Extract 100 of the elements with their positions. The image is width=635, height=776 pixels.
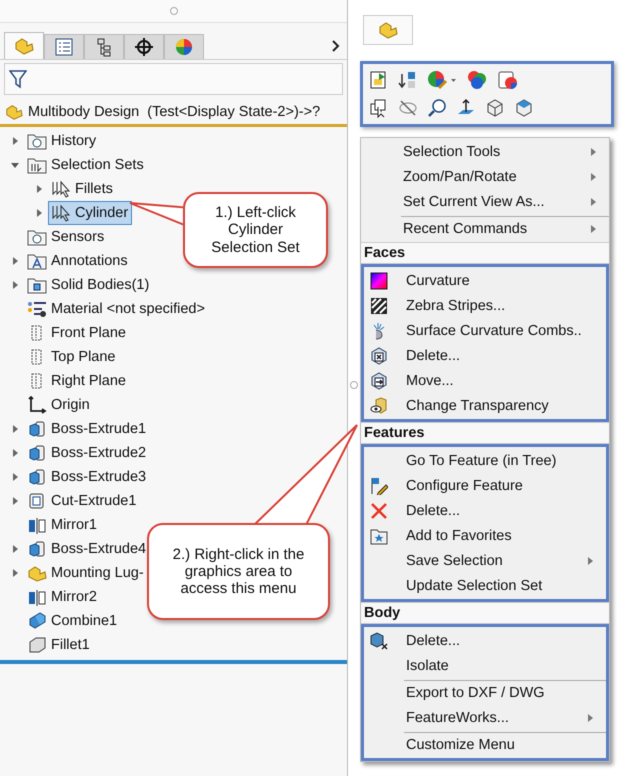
panel-tab[interactable] xyxy=(84,34,124,59)
body-delete-icon xyxy=(370,632,388,650)
tree-item[interactable]: Right Plane xyxy=(24,369,130,393)
tree-item[interactable]: Material <not specified> xyxy=(24,297,209,321)
history-icon xyxy=(27,132,47,150)
color-wheel-icon xyxy=(174,37,194,57)
part-appearance-icon[interactable] xyxy=(497,70,519,90)
tree-item[interactable]: Mirror2 xyxy=(24,585,101,609)
collapsed-arrow-icon[interactable] xyxy=(35,209,43,217)
extrude-icon xyxy=(27,468,47,486)
tree-item[interactable]: Front Plane xyxy=(24,321,130,345)
menu-item[interactable]: Zoom/Pan/Rotate xyxy=(361,164,609,189)
collapsed-arrow-icon[interactable] xyxy=(11,425,19,433)
tree-item[interactable]: Mounting Lug- xyxy=(24,561,148,585)
menu-item[interactable]: Change Transparency xyxy=(364,393,606,418)
combine-icon xyxy=(27,612,47,630)
mirror-icon xyxy=(27,516,47,534)
tree-item[interactable]: Cut-Extrude1 xyxy=(24,489,140,513)
menu-item[interactable]: Curvature xyxy=(364,268,606,293)
part-icon xyxy=(27,564,47,582)
collapsed-arrow-icon[interactable] xyxy=(11,137,19,145)
flag-pencil-icon xyxy=(370,476,388,494)
collapsed-arrow-icon[interactable] xyxy=(11,569,19,577)
callout: 2.) Right-click in the graphics area to access this menu xyxy=(147,523,330,620)
collapsed-arrow-icon[interactable] xyxy=(35,185,43,193)
cube-view-icon[interactable] xyxy=(485,98,505,118)
part-icon xyxy=(4,103,24,121)
menu-item[interactable]: Add to Favorites xyxy=(364,523,606,548)
face-move-icon xyxy=(370,372,388,390)
tree-item[interactable]: Fillet1 xyxy=(24,633,94,657)
face-delete-icon xyxy=(370,346,388,364)
cube-face-icon[interactable] xyxy=(514,98,534,118)
collapsed-arrow-icon[interactable] xyxy=(11,257,19,265)
menu-item[interactable]: Isolate xyxy=(364,653,606,678)
menu-item[interactable]: Recent Commands xyxy=(361,216,609,241)
menu-item[interactable]: Save Selection xyxy=(364,548,606,573)
delete-icon xyxy=(370,502,388,520)
tree-item[interactable]: Selection Sets xyxy=(24,153,148,177)
menu-section-header: Faces xyxy=(361,242,609,264)
tree-item[interactable]: Boss-Extrude3 xyxy=(24,465,150,489)
panel-tab[interactable] xyxy=(44,34,84,59)
collapsed-arrow-icon[interactable] xyxy=(11,545,19,553)
menu-item[interactable]: Go To Feature (in Tree) xyxy=(364,448,606,473)
panel-tab[interactable] xyxy=(124,34,164,59)
collapsed-arrow-icon[interactable] xyxy=(11,497,19,505)
part-button[interactable] xyxy=(363,15,413,45)
menu-section-header: Body xyxy=(361,602,609,624)
crosshair-icon xyxy=(134,37,154,57)
part-icon xyxy=(377,20,399,40)
tree-item[interactable]: Solid Bodies(1) xyxy=(24,273,154,297)
grip-handle[interactable] xyxy=(170,7,178,15)
part-name: Multibody Design (Test<Display State-2>)->? xyxy=(28,104,320,120)
menu-item[interactable]: Move... xyxy=(364,368,606,393)
menu-item[interactable]: Surface Curvature Combs.. xyxy=(364,318,606,343)
menu-item[interactable]: Delete... xyxy=(364,343,606,368)
favorites-folder-icon xyxy=(370,526,388,544)
splitter-handle[interactable] xyxy=(350,381,358,389)
tree-item[interactable]: Boss-Extrude2 xyxy=(24,441,150,465)
transparency-icon xyxy=(370,396,388,414)
tree-item[interactable]: Sensors xyxy=(24,225,108,249)
menu-item[interactable]: Delete... xyxy=(364,628,606,653)
sort-icon[interactable] xyxy=(398,70,418,90)
menu-item[interactable]: Set Current View As... xyxy=(361,189,609,214)
appearance-icon[interactable] xyxy=(466,70,488,90)
extrude-icon xyxy=(27,444,47,462)
origin-icon xyxy=(27,396,47,414)
menu-item[interactable]: Selection Tools xyxy=(361,139,609,164)
menu-item[interactable]: Configure Feature xyxy=(364,473,606,498)
tree-item[interactable]: Origin xyxy=(24,393,94,417)
mirror-icon xyxy=(27,588,47,606)
tree-item[interactable]: Boss-Extrude1 xyxy=(24,417,150,441)
tree-item[interactable]: Annotations xyxy=(24,249,132,273)
zebra-stripes-icon xyxy=(370,296,388,314)
extrude-icon xyxy=(27,540,47,558)
tree-item[interactable]: Cylinder xyxy=(48,201,132,225)
filter-icon[interactable] xyxy=(9,69,27,89)
collapsed-arrow-icon[interactable] xyxy=(11,449,19,457)
curvature-icon xyxy=(370,272,388,290)
menu-item[interactable]: Customize Menu xyxy=(364,732,606,757)
menu-item[interactable]: FeatureWorks... xyxy=(364,705,606,730)
list-icon xyxy=(54,37,74,57)
chevron-right-icon[interactable] xyxy=(331,39,341,53)
material-icon xyxy=(27,300,47,318)
zoom-icon[interactable] xyxy=(427,98,447,118)
menu-item[interactable]: Delete... xyxy=(364,498,606,523)
hide-icon[interactable] xyxy=(398,98,418,118)
menu-item[interactable]: Update Selection Set xyxy=(364,573,606,598)
menu-item[interactable]: Export to DXF / DWG xyxy=(364,680,606,705)
tree-item[interactable]: Combine1 xyxy=(24,609,122,633)
tree-item[interactable]: History xyxy=(24,129,100,153)
tree-item[interactable]: Top Plane xyxy=(24,345,120,369)
collapsed-arrow-icon[interactable] xyxy=(11,473,19,481)
appearance-edit-icon[interactable] xyxy=(427,70,457,90)
tree-item[interactable]: Mirror1 xyxy=(24,513,101,537)
expanded-arrow-icon[interactable] xyxy=(11,161,19,169)
menu-item[interactable]: Zebra Stripes... xyxy=(364,293,606,318)
extrude-icon xyxy=(27,420,47,438)
tree-item[interactable]: Fillets xyxy=(48,177,117,201)
callout: 1.) Left-click Cylinder Selection Set xyxy=(183,192,328,268)
collapsed-arrow-icon[interactable] xyxy=(11,281,19,289)
